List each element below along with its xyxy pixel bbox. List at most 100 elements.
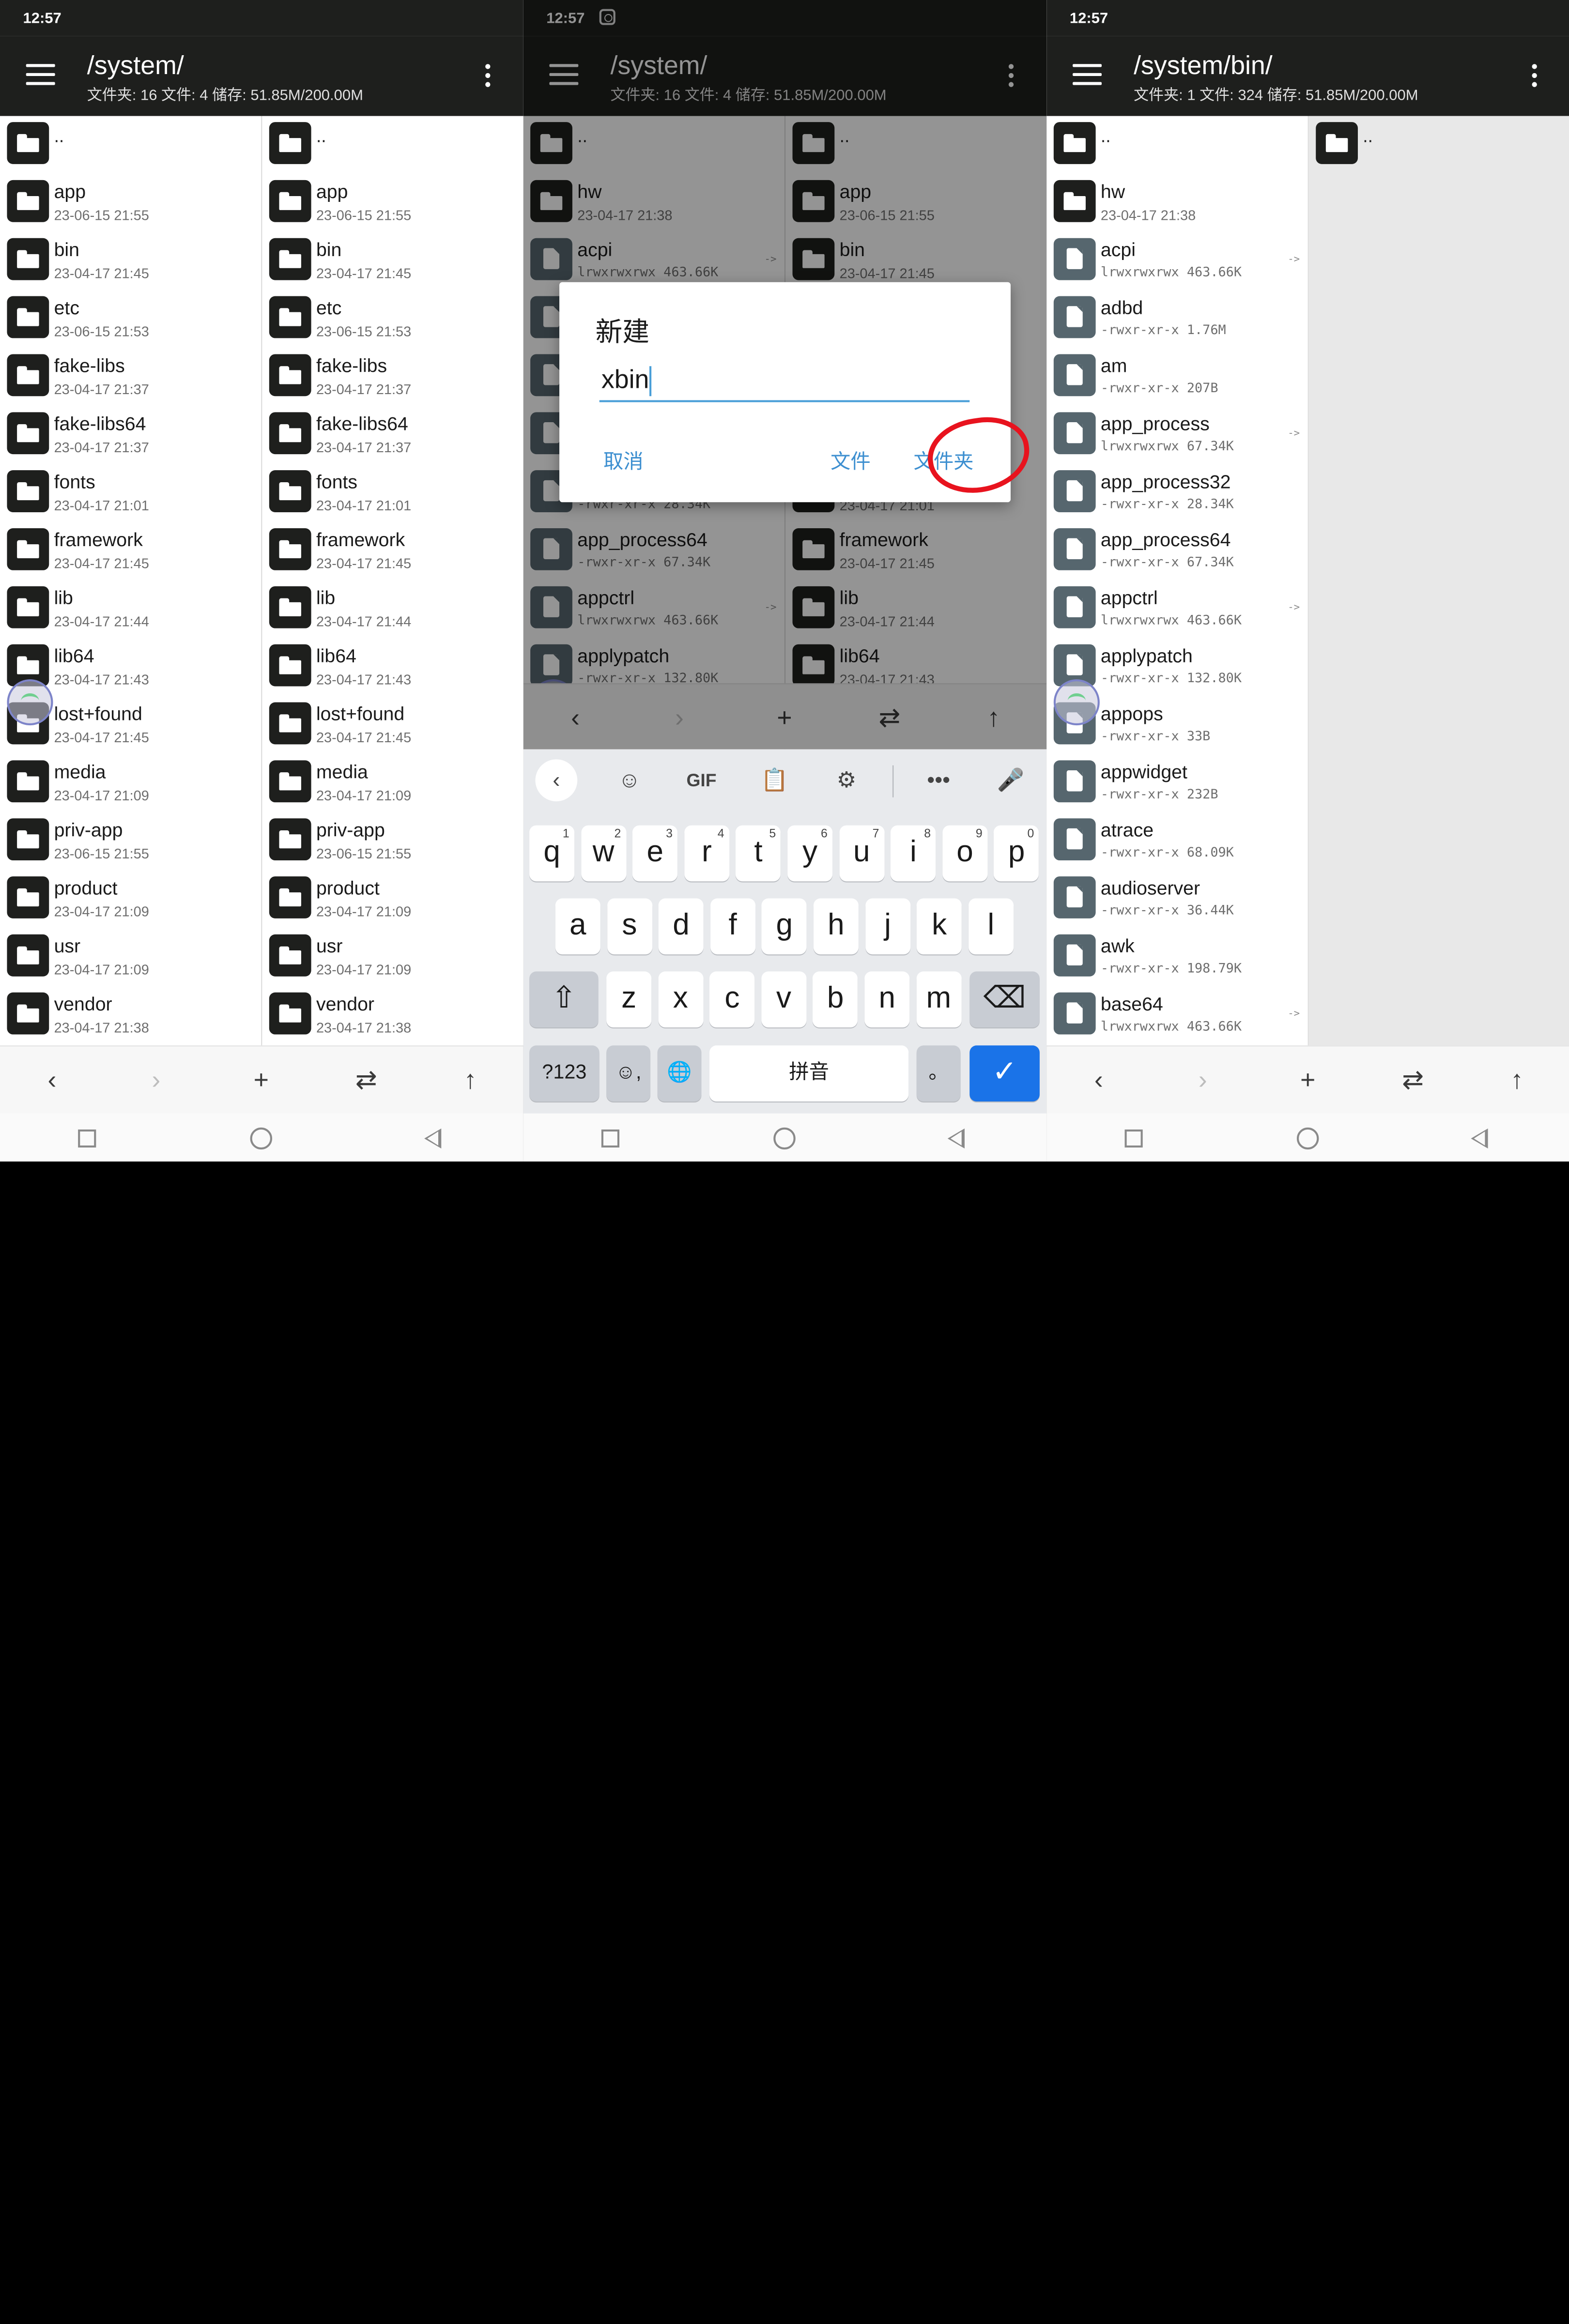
file-list-item[interactable]: lost+found 23-04-17 21:45 [262, 696, 523, 754]
key-d[interactable]: d [659, 898, 704, 955]
file-list-item[interactable]: appctrl lrwxrwxrwx 463.66K -> [1046, 580, 1308, 638]
nav-back-icon[interactable] [424, 1128, 442, 1149]
key-c[interactable]: c [709, 971, 755, 1028]
forward-button[interactable]: › [139, 1062, 173, 1096]
add-button[interactable]: + [244, 1062, 278, 1096]
key-y[interactable]: y6 [787, 825, 833, 882]
file-list-item[interactable]: product 23-04-17 21:09 [262, 871, 523, 929]
key-j[interactable]: j [865, 898, 910, 955]
file-list-item[interactable]: awk -rwxr-xr-x 198.79K [1046, 929, 1308, 987]
key-h[interactable]: h [813, 898, 859, 955]
more-options-icon[interactable]: ••• [919, 764, 959, 797]
period-key[interactable]: 。 [916, 1045, 961, 1101]
file-list-item[interactable]: fonts 23-04-17 21:01 [0, 464, 261, 522]
parent-dir-row[interactable]: .. [0, 116, 261, 174]
language-globe-key[interactable]: 🌐 [657, 1045, 702, 1101]
key-u[interactable]: u7 [839, 825, 884, 882]
key-i[interactable]: i8 [891, 825, 936, 882]
file-list-item[interactable]: fonts 23-04-17 21:01 [262, 464, 523, 522]
symbols-key[interactable]: ?123 [529, 1045, 600, 1101]
backspace-key[interactable]: ⌫ [969, 971, 1040, 1028]
swap-panes-button[interactable]: ⇄ [1396, 1062, 1430, 1096]
file-list-item[interactable]: acpi lrwxrwxrwx 463.66K -> [1046, 232, 1308, 290]
nav-back-icon[interactable] [1471, 1128, 1488, 1149]
file-list-item[interactable]: etc 23-06-15 21:53 [0, 290, 261, 348]
key-z[interactable]: z [606, 971, 652, 1028]
key-k[interactable]: k [917, 898, 962, 955]
file-list-item[interactable]: lib 23-04-17 21:44 [0, 580, 261, 638]
new-file-button[interactable]: 文件 [831, 445, 871, 474]
key-t[interactable]: t5 [736, 825, 781, 882]
file-list-item[interactable]: atrace -rwxr-xr-x 68.09K [1046, 812, 1308, 871]
forward-button[interactable]: › [1186, 1062, 1220, 1096]
menu-icon[interactable] [26, 64, 55, 86]
file-list-item[interactable]: app_process lrwxrwxrwx 67.34K -> [1046, 406, 1308, 464]
file-list-item[interactable]: product 23-04-17 21:09 [0, 871, 261, 929]
emoji-comma-key[interactable]: ☺, [606, 1045, 651, 1101]
key-v[interactable]: v [761, 971, 807, 1028]
recents-icon[interactable] [78, 1129, 96, 1148]
sticker-icon[interactable]: ☺ [609, 764, 649, 797]
file-list-item[interactable]: bin 23-04-17 21:45 [262, 232, 523, 290]
file-list-item[interactable]: etc 23-06-15 21:53 [262, 290, 523, 348]
key-f[interactable]: f [710, 898, 755, 955]
key-w[interactable]: w2 [581, 825, 626, 882]
file-list-item[interactable]: usr 23-04-17 21:09 [262, 929, 523, 987]
add-button[interactable]: + [1291, 1062, 1325, 1096]
file-list-item[interactable]: vendor 23-04-17 21:38 [0, 986, 261, 1044]
file-list-item[interactable]: media 23-04-17 21:09 [262, 754, 523, 812]
file-list-item[interactable]: appwidget -rwxr-xr-x 232B [1046, 754, 1308, 812]
key-n[interactable]: n [864, 971, 910, 1028]
key-o[interactable]: o9 [942, 825, 988, 882]
gif-icon[interactable]: GIF [681, 764, 722, 797]
file-list-item[interactable]: framework 23-04-17 21:45 [262, 522, 523, 581]
file-list-item[interactable]: vendor 23-04-17 21:38 [262, 986, 523, 1044]
back-button[interactable]: ‹ [1082, 1062, 1116, 1096]
collapse-toolbar-icon[interactable]: ‹ [535, 759, 578, 802]
home-icon[interactable] [1296, 1127, 1319, 1150]
key-p[interactable]: p0 [994, 825, 1039, 882]
file-list-item[interactable]: fake-libs 23-04-17 21:37 [0, 348, 261, 406]
file-list-item[interactable]: base64 lrwxrwxrwx 463.66K -> [1046, 986, 1308, 1044]
shift-key[interactable]: ⇧ [529, 971, 599, 1028]
key-q[interactable]: q1 [529, 825, 575, 882]
overflow-menu-icon[interactable] [482, 64, 492, 90]
floating-assist-button[interactable] [1053, 679, 1100, 726]
overflow-menu-icon[interactable] [1529, 64, 1539, 90]
key-x[interactable]: x [658, 971, 703, 1028]
file-list-item[interactable]: priv-app 23-06-15 21:55 [262, 812, 523, 871]
file-list-item[interactable]: am -rwxr-xr-x 207B [1046, 348, 1308, 406]
recents-icon[interactable] [601, 1129, 620, 1148]
file-list-item[interactable]: app_process64 -rwxr-xr-x 67.34K [1046, 522, 1308, 581]
key-b[interactable]: b [813, 971, 858, 1028]
space-key[interactable]: 拼音 [709, 1045, 909, 1101]
settings-gear-icon[interactable]: ⚙ [827, 764, 867, 797]
file-list-item[interactable]: fake-libs 23-04-17 21:37 [262, 348, 523, 406]
name-input[interactable]: xbin [599, 362, 970, 402]
back-button[interactable]: ‹ [35, 1062, 69, 1096]
file-list-item[interactable]: fake-libs64 23-04-17 21:37 [0, 406, 261, 464]
key-s[interactable]: s [607, 898, 652, 955]
recents-icon[interactable] [1124, 1129, 1143, 1148]
key-e[interactable]: e3 [632, 825, 678, 882]
nav-back-icon[interactable] [947, 1128, 965, 1149]
home-icon[interactable] [773, 1127, 796, 1150]
file-list-item[interactable]: priv-app 23-06-15 21:55 [0, 812, 261, 871]
file-list-item[interactable]: app_process32 -rwxr-xr-x 28.34K [1046, 464, 1308, 522]
file-list-item[interactable]: usr 23-04-17 21:09 [0, 929, 261, 987]
parent-dir-button[interactable]: ↑ [1500, 1062, 1534, 1096]
file-list-item[interactable]: audioserver -rwxr-xr-x 36.44K [1046, 871, 1308, 929]
file-list-item[interactable]: media 23-04-17 21:09 [0, 754, 261, 812]
home-icon[interactable] [250, 1127, 273, 1150]
parent-dir-row[interactable]: .. [262, 116, 523, 174]
parent-dir-button[interactable]: ↑ [453, 1062, 487, 1096]
file-list-item[interactable]: hw 23-04-17 21:38 [1046, 174, 1308, 232]
microphone-icon[interactable]: 🎤 [991, 764, 1031, 797]
parent-dir-row[interactable]: .. [1046, 116, 1308, 174]
parent-dir-row[interactable]: .. [1309, 116, 1569, 174]
file-list-item[interactable]: app 23-06-15 21:55 [262, 174, 523, 232]
key-g[interactable]: g [762, 898, 807, 955]
file-list-item[interactable]: lib 23-04-17 21:44 [262, 580, 523, 638]
file-list-item[interactable]: adbd -rwxr-xr-x 1.76M [1046, 290, 1308, 348]
enter-key[interactable]: ✓ [969, 1045, 1040, 1101]
